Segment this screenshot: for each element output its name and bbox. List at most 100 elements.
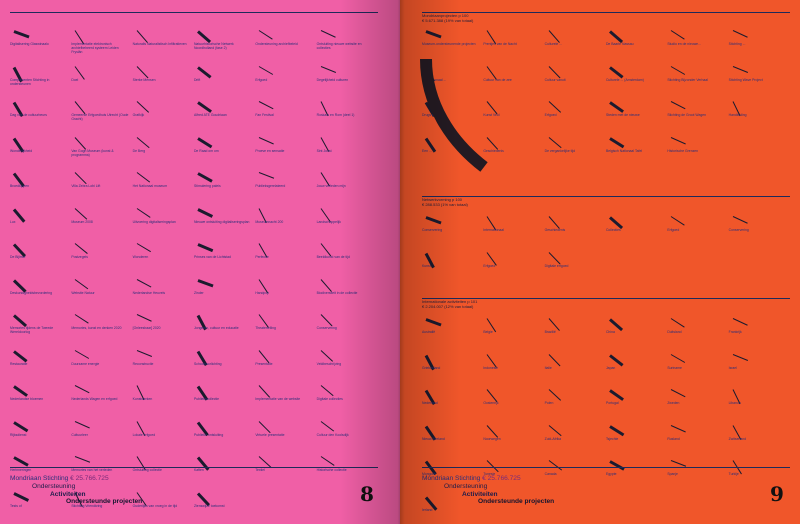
project-mark: [548, 136, 562, 148]
project-cell: Zienswijze toekomst: [194, 488, 255, 524]
project-label: Historische collectie: [316, 468, 347, 472]
project-cell: Nederlandse bloemen: [10, 381, 71, 417]
project-label: Natuurhistorische Netwerk Noordholland (…: [193, 42, 234, 51]
footer-org: Mondriaan Stichting: [10, 475, 69, 482]
footer-line3: Activiteiten: [462, 490, 498, 498]
project-label: Het Nationaal museum: [132, 184, 168, 188]
project-cell: Cultuurleer: [71, 417, 132, 453]
project-mark: [609, 460, 625, 471]
project-mark: [136, 314, 152, 322]
project-mark: [13, 30, 30, 39]
project-label: Website Natuur: [71, 290, 95, 295]
project-mark: [13, 349, 28, 363]
project-mark: [197, 65, 212, 79]
project-cell: Landschappelijk: [317, 204, 378, 240]
project-mark: [548, 30, 560, 43]
project-mark: [197, 101, 212, 113]
magazine-spread: Digitalisering Glaswinaalo Implementatie …: [0, 0, 800, 524]
project-label: Conservering: [728, 228, 749, 232]
project-mark: [74, 207, 88, 220]
project-cell: Egypte: [606, 456, 667, 492]
project-label: Drift: [193, 77, 201, 82]
project-label: Perfectie: [255, 255, 269, 259]
project-mark: [320, 314, 333, 327]
project-cell: Perfectie: [255, 239, 316, 275]
project-label: Wonderen: [132, 255, 149, 259]
footer-line4: Ondersteunde projecten: [66, 498, 143, 506]
project-cell: Jongeren, cultuur en educatie: [194, 310, 255, 346]
project-label: Roskam en Rom (deel 1): [316, 113, 355, 117]
project-label: Alfred ATE Goudriaan: [193, 113, 227, 117]
project-cell: Frankrijk: [729, 314, 790, 350]
project-cell: Erfgoed: [255, 62, 316, 98]
project-label: Zinder: [193, 290, 204, 295]
project-cell: Prinses van de Lichtstad: [194, 239, 255, 275]
project-label: Doel: [71, 77, 79, 82]
project-cell: Internationaal: [483, 212, 544, 248]
project-cell: Stichting Wave Project: [729, 62, 790, 98]
project-mark: [258, 456, 272, 468]
project-cell: Stichting Bijzonder Verhaal: [667, 62, 728, 98]
project-mark: [320, 456, 335, 466]
project-cell: Zweden: [667, 385, 728, 421]
project-cell: Conservering: [317, 310, 378, 346]
project-label: De Baarle Nassau: [605, 42, 634, 46]
project-label: Restauratie: [10, 361, 28, 366]
project-label: Japan: [605, 365, 616, 370]
project-label: Erfgoed: [483, 263, 496, 268]
project-label: Villa Zebra Lobi Lift: [71, 184, 101, 188]
project-cell: Rijksdienst: [10, 417, 71, 453]
project-mark: [609, 65, 624, 79]
project-cell: Geschiedenis: [545, 212, 606, 248]
project-label: Digitale collecties: [316, 397, 343, 401]
project-cell: Fan Festival: [255, 97, 316, 133]
project-label: Stichting ...: [728, 42, 746, 46]
project-mark: [197, 136, 213, 148]
project-cell: Handleiding: [729, 97, 790, 133]
project-label: Textiel: [255, 468, 265, 472]
project-mark: [197, 278, 214, 287]
project-label: Prentjes van de Nacht: [483, 42, 517, 46]
project-label: Egypte: [605, 472, 617, 476]
project-cell: Kunstwerken: [133, 381, 194, 417]
project-label: Landschappelijk: [316, 219, 341, 224]
project-label: Handleiding: [728, 113, 747, 117]
project-cell: Doel: [71, 62, 132, 98]
project-cell: [Onleesbaar] 2020: [133, 310, 194, 346]
project-cell: Schoolvoorlichting: [194, 346, 255, 382]
page-number: 8: [360, 482, 374, 506]
footer-left: Mondriaan Stichting € 25.766.725 Onderst…: [10, 475, 142, 506]
project-cell: Presentatie: [255, 346, 316, 382]
project-label: Dag van de cultuurbeurs: [10, 113, 47, 117]
project-cell: Alfred ATE Goudriaan: [194, 97, 255, 133]
project-label: Stichting Wave Project: [728, 77, 763, 82]
project-label: Culturele ...: [544, 42, 562, 46]
project-label: Zwitserland: [728, 436, 746, 441]
project-label: Sterke Mensen: [132, 77, 156, 82]
project-label: Museumnacht 200: [255, 219, 284, 224]
project-mark: [609, 424, 625, 436]
project-cell: Ondersteuning archiefbeleid: [255, 26, 316, 62]
project-cell: Brazilië: [545, 314, 606, 350]
project-cell: Libanon: [729, 385, 790, 421]
project-label: Italie: [544, 365, 552, 370]
project-label: Internationaal: [483, 228, 504, 232]
project-label: Studio en de nieuwe...: [667, 42, 701, 46]
project-cell: Zuid-Afrika: [545, 421, 606, 457]
project-label: Erfgoed: [255, 77, 268, 82]
project-label: Portugal: [605, 401, 619, 405]
project-label: Publiekscollectie: [193, 397, 220, 401]
project-label: Wonderlijkheid: [10, 148, 33, 153]
project-cell: Conservering: [422, 212, 483, 248]
project-cell: Implementatie elektronisch archiefbeheer…: [71, 26, 132, 62]
project-cell: Erfgoed: [545, 97, 606, 133]
project-cell: Biodiversiteit in de collectie: [317, 275, 378, 311]
project-label: [Onleesbaar] 2020: [132, 326, 161, 330]
project-cell: Cultuur den Koolsdijk: [317, 417, 378, 453]
project-cell: Zinder: [194, 275, 255, 311]
project-mark: [425, 318, 442, 327]
project-label: Memories van het verleden: [71, 468, 113, 472]
project-cell: Grafkijk: [133, 97, 194, 133]
project-label: De vergankelijke tijd: [544, 148, 575, 153]
project-label: Kunst: [422, 263, 431, 268]
